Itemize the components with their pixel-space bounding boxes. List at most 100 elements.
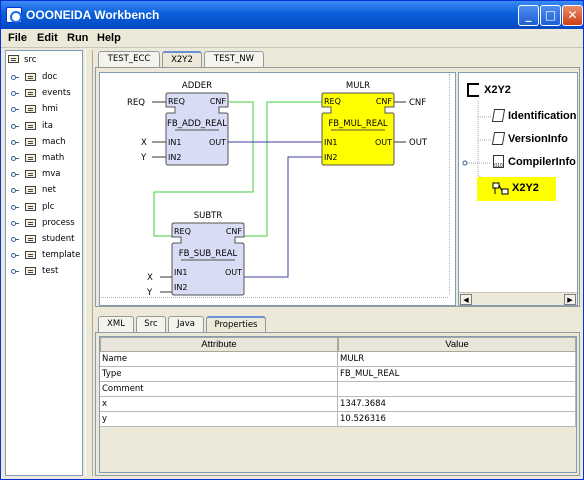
external-req-label: REQ (127, 98, 145, 108)
diagram-canvas[interactable]: ADDER REQ CNF FB_ADD_REAL IN1 IN2 OUT MULR REQ CN… (99, 72, 456, 306)
canvas-vertical-scrollbar[interactable] (449, 74, 455, 294)
expand-handle-icon[interactable] (11, 269, 19, 275)
bottom-tabs: XML Src Java Properties (95, 316, 395, 333)
folder-icon (25, 154, 36, 162)
event-out-port: CNF (376, 97, 393, 106)
folder-icon (25, 235, 36, 243)
expand-handle-icon[interactable] (11, 139, 19, 145)
editor-tabs: TEST_ECC X2Y2 TEST_NW (95, 51, 395, 68)
block-name: SUBTR (194, 211, 223, 221)
block-name: MULR (346, 81, 370, 91)
expand-handle-icon[interactable] (11, 156, 19, 161)
expand-handle-icon[interactable] (11, 107, 19, 113)
property-value[interactable] (338, 382, 576, 397)
close-button[interactable]: ✕ (562, 5, 583, 26)
folder-icon (25, 186, 36, 195)
wire-subtr-cnf-to-mulr-req (244, 101, 322, 237)
expand-handle-icon[interactable] (11, 91, 19, 97)
expand-handle-icon[interactable] (11, 75, 19, 80)
binary-icon: 010 (493, 155, 504, 169)
property-attribute: Name (100, 352, 338, 367)
fb-type-icon (467, 83, 479, 97)
event-in-port: REQ (168, 97, 185, 106)
tab-java[interactable]: Java (168, 316, 204, 332)
document-icon (491, 132, 506, 145)
editor-panel: ADDER REQ CNF FB_ADD_REAL IN1 IN2 OUT MULR REQ CN… (95, 67, 580, 307)
scroll-left-icon[interactable]: ◀ (460, 294, 472, 305)
source-tree: src doc events hmi ita mach math mva net plc proce… (5, 50, 83, 476)
function-block-diagram[interactable]: ADDER REQ CNF FB_ADD_REAL IN1 IN2 OUT MULR REQ CN… (100, 73, 455, 305)
outline-item-x2y2[interactable]: X2Y2 (477, 177, 556, 201)
properties-panel: Attribute Value Name MULR Type FB_MUL_REAL C… (95, 332, 580, 476)
expand-handle-icon[interactable] (11, 253, 19, 259)
tab-properties[interactable]: Properties (206, 316, 266, 333)
property-row[interactable]: x 1347.3684 (100, 397, 576, 412)
tab-test-nw[interactable]: TEST_NW (204, 51, 264, 67)
external-x-label: X (147, 273, 153, 283)
property-row[interactable]: Name MULR (100, 352, 576, 367)
scroll-right-icon[interactable]: ▶ (564, 294, 576, 305)
tab-test-ecc[interactable]: TEST_ECC (98, 51, 160, 67)
property-row[interactable]: Type FB_MUL_REAL (100, 367, 576, 382)
data-out-port: OUT (375, 138, 392, 147)
document-icon (491, 109, 506, 122)
wire-subtr-out-to-mulr-in2 (244, 156, 322, 278)
data-in-port: IN2 (168, 153, 181, 162)
outline-panel: X2Y2 Identification VersionInfo 010 Comp… (458, 72, 578, 306)
expand-handle-icon[interactable] (11, 204, 19, 210)
menu-bar: File Edit Run Help (1, 29, 583, 48)
folder-icon (25, 218, 36, 227)
menu-file[interactable]: File (8, 32, 27, 44)
expand-handle-icon[interactable] (11, 172, 19, 178)
folder-icon (8, 55, 19, 63)
event-in-port: REQ (174, 227, 191, 236)
property-value[interactable]: 1347.3684 (338, 397, 576, 412)
tab-x2y2[interactable]: X2Y2 (162, 51, 202, 68)
external-y-label: Y (140, 153, 147, 163)
folder-icon (25, 137, 36, 146)
data-in-port: IN1 (168, 138, 181, 147)
external-out-label: OUT (409, 138, 428, 148)
property-row[interactable]: Comment (100, 382, 576, 397)
data-out-port: OUT (209, 138, 226, 147)
properties-table: Attribute Value Name MULR Type FB_MUL_REAL C… (99, 336, 577, 473)
header-value[interactable]: Value (338, 337, 576, 352)
data-in-port: IN2 (174, 283, 187, 292)
expand-handle-icon[interactable] (11, 220, 19, 226)
header-attribute[interactable]: Attribute (100, 337, 338, 352)
block-type: FB_SUB_REAL (179, 249, 238, 259)
expand-handle-icon[interactable] (11, 188, 19, 194)
property-attribute: Comment (100, 382, 338, 397)
title-bar[interactable]: OOONEIDA Workbench _ □ ✕ (1, 1, 583, 29)
menu-run[interactable]: Run (67, 32, 88, 44)
folder-icon (25, 170, 36, 179)
app-window: OOONEIDA Workbench _ □ ✕ File Edit Run H… (0, 0, 584, 480)
data-in-port: IN1 (174, 268, 187, 277)
canvas-horizontal-scrollbar[interactable] (101, 297, 448, 303)
minimize-button[interactable]: _ (518, 5, 539, 26)
property-value[interactable]: FB_MUL_REAL (338, 367, 576, 382)
property-value[interactable]: 10.526316 (338, 412, 576, 427)
menu-edit[interactable]: Edit (37, 32, 58, 44)
event-out-port: CNF (210, 97, 227, 106)
window-title: OOONEIDA Workbench (26, 8, 160, 22)
tab-src[interactable]: Src (136, 316, 166, 332)
property-value[interactable]: MULR (338, 352, 576, 367)
property-attribute: y (100, 412, 338, 427)
maximize-button[interactable]: □ (540, 5, 561, 26)
property-row[interactable]: y 10.526316 (100, 412, 576, 427)
data-out-port: OUT (225, 268, 242, 277)
tab-xml[interactable]: XML (98, 316, 134, 332)
menu-help[interactable]: Help (97, 32, 121, 44)
expand-handle-icon[interactable] (11, 237, 19, 242)
property-attribute: Type (100, 367, 338, 382)
folder-icon (25, 73, 36, 81)
block-type: FB_ADD_REAL (167, 119, 227, 129)
external-x-label: X (141, 138, 147, 148)
splitter[interactable] (85, 50, 93, 476)
outline-horizontal-scrollbar[interactable]: ◀ ▶ (459, 292, 577, 305)
block-type: FB_MUL_REAL (328, 119, 388, 129)
expand-handle-icon[interactable] (11, 123, 19, 129)
event-in-port: REQ (324, 97, 341, 106)
folder-icon (25, 251, 36, 260)
